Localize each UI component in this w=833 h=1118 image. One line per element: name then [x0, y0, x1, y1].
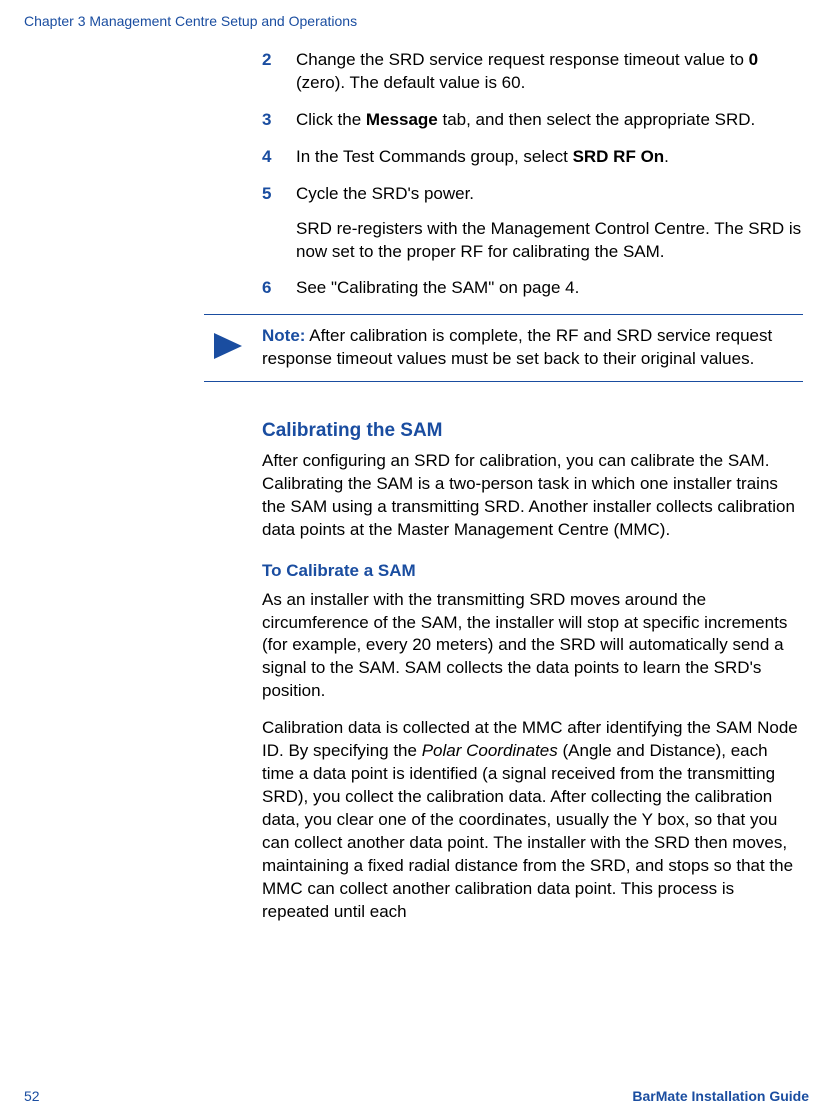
step-body: See "Calibrating the SAM" on page 4.: [296, 277, 803, 300]
step-number: 6: [262, 277, 296, 300]
step-body: Cycle the SRD's power. SRD re-registers …: [296, 183, 803, 264]
text: Change the SRD service request response …: [296, 50, 749, 69]
note-arrow-icon: [204, 325, 252, 368]
paragraph: As an installer with the transmitting SR…: [262, 589, 803, 704]
step-2: 2 Change the SRD service request respons…: [262, 49, 803, 95]
text: In the Test Commands group, select: [296, 147, 573, 166]
text: .: [664, 147, 669, 166]
paragraph: Calibration data is collected at the MMC…: [262, 717, 803, 923]
section-heading: Calibrating the SAM: [262, 418, 803, 444]
step-body: In the Test Commands group, select SRD R…: [296, 146, 803, 169]
sub-heading: To Calibrate a SAM: [262, 560, 803, 583]
chapter-header: Chapter 3 Management Centre Setup and Op…: [24, 12, 809, 31]
page-number: 52: [24, 1087, 40, 1106]
note-label: Note:: [262, 326, 305, 345]
step-number: 4: [262, 146, 296, 169]
step-4: 4 In the Test Commands group, select SRD…: [262, 146, 803, 169]
guide-title: BarMate Installation Guide: [632, 1087, 809, 1106]
note-block: Note: After calibration is complete, the…: [204, 314, 803, 382]
text: SRD re-registers with the Management Con…: [296, 218, 803, 264]
page-footer: 52 BarMate Installation Guide: [24, 1087, 809, 1106]
text: tab, and then select the appropriate SRD…: [438, 110, 756, 129]
note-text: Note: After calibration is complete, the…: [252, 325, 803, 371]
bold-text: Message: [366, 110, 438, 129]
text: Cycle the SRD's power.: [296, 183, 803, 206]
step-body: Click the Message tab, and then select t…: [296, 109, 803, 132]
step-body: Change the SRD service request response …: [296, 49, 803, 95]
bold-text: SRD RF On: [573, 147, 665, 166]
paragraph: After configuring an SRD for calibration…: [262, 450, 803, 542]
step-number: 2: [262, 49, 296, 95]
main-content: 2 Change the SRD service request respons…: [262, 49, 803, 301]
italic-text: Polar Coordinates: [422, 741, 558, 760]
step-number: 3: [262, 109, 296, 132]
bold-text: 0: [749, 50, 758, 69]
text: Click the: [296, 110, 366, 129]
text: (zero). The default value is 60.: [296, 73, 525, 92]
step-6: 6 See "Calibrating the SAM" on page 4.: [262, 277, 803, 300]
step-number: 5: [262, 183, 296, 264]
text: After calibration is complete, the RF an…: [262, 326, 772, 368]
text: See "Calibrating the SAM" on page 4.: [296, 277, 803, 300]
text: (Angle and Distance), each time a data p…: [262, 741, 793, 921]
step-5: 5 Cycle the SRD's power. SRD re-register…: [262, 183, 803, 264]
section-content: Calibrating the SAM After configuring an…: [262, 418, 803, 923]
step-3: 3 Click the Message tab, and then select…: [262, 109, 803, 132]
